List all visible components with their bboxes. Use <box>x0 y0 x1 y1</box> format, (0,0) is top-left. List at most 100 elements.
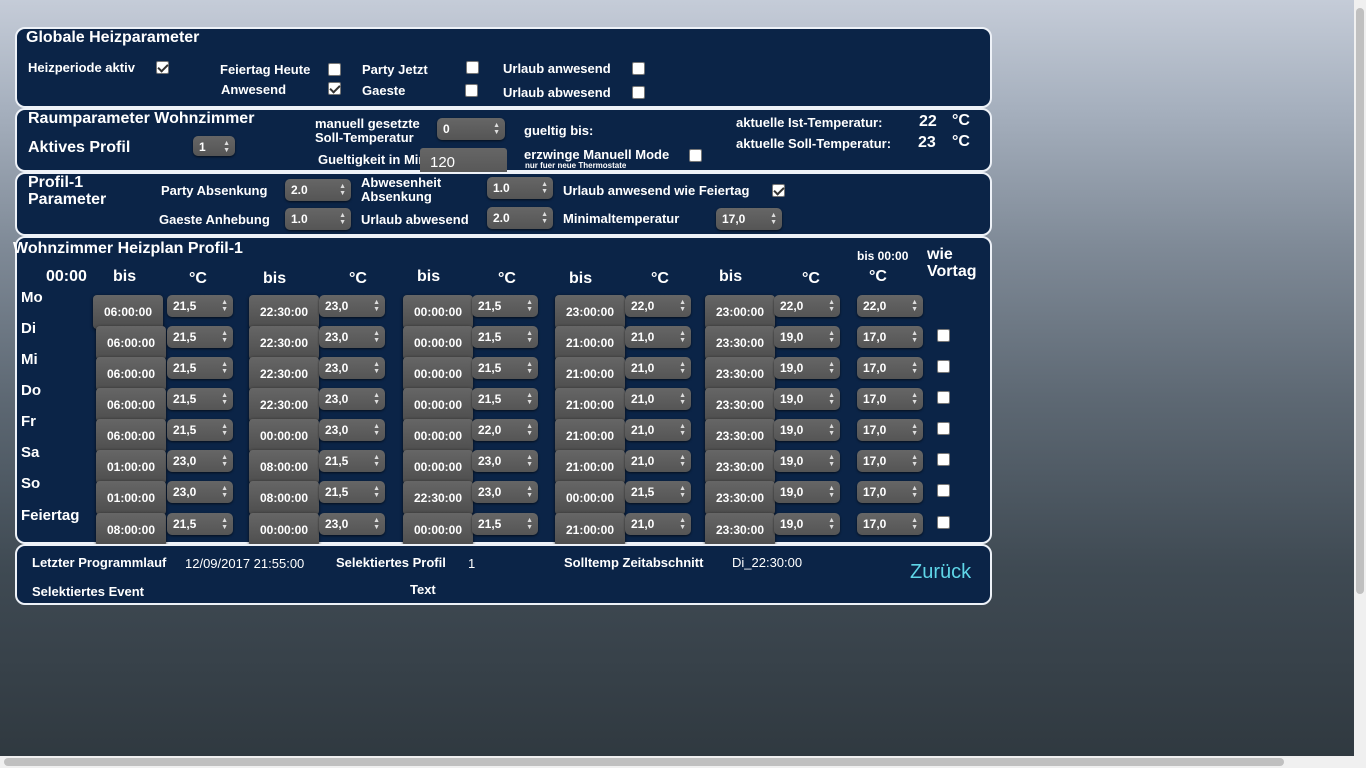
end-temp-select[interactable]: 17,0 ▲ ▼ <box>857 419 923 441</box>
time-input[interactable]: 00:00:00 <box>249 513 319 547</box>
end-temp-select[interactable]: 22,0 ▲ ▼ <box>857 295 923 317</box>
temp-select[interactable]: 19,0 ▲ ▼ <box>774 450 840 472</box>
time-input[interactable]: 21:00:00 <box>555 357 625 391</box>
time-input[interactable]: 23:00:00 <box>555 295 625 329</box>
urlaub-abwesend-checkbox[interactable] <box>632 86 645 99</box>
temp-select[interactable]: 22,0 ▲ ▼ <box>472 419 538 441</box>
time-input[interactable]: 00:00:00 <box>403 419 473 453</box>
time-input[interactable]: 00:00:00 <box>403 295 473 329</box>
time-input[interactable]: 00:00:00 <box>555 481 625 515</box>
vertical-scrollbar[interactable] <box>1354 0 1366 756</box>
urlaub-abwesend-absenkung-select[interactable]: 2.0 ▲ ▼ <box>487 207 553 229</box>
abwesenheit-absenkung-select[interactable]: 1.0 ▲ ▼ <box>487 177 553 199</box>
time-input[interactable]: 22:30:00 <box>249 326 319 360</box>
temp-select[interactable]: 21,5 ▲ ▼ <box>167 326 233 348</box>
time-input[interactable]: 00:00:00 <box>403 450 473 484</box>
party-checkbox[interactable] <box>466 61 479 74</box>
time-input[interactable]: 08:00:00 <box>249 481 319 515</box>
time-input[interactable]: 23:00:00 <box>705 295 775 329</box>
wie-vortag-checkbox[interactable] <box>937 360 950 373</box>
urlaub-wie-feiertag-checkbox[interactable] <box>772 184 785 197</box>
end-temp-select[interactable]: 17,0 ▲ ▼ <box>857 513 923 535</box>
manuell-temp-select[interactable]: 0 ▲ ▼ <box>437 118 505 140</box>
back-link[interactable]: Zurück <box>910 561 971 584</box>
temp-select[interactable]: 23,0 ▲ ▼ <box>319 513 385 535</box>
wie-vortag-checkbox[interactable] <box>937 329 950 342</box>
temp-select[interactable]: 21,5 ▲ ▼ <box>319 481 385 503</box>
time-input[interactable]: 08:00:00 <box>96 513 166 547</box>
temp-select[interactable]: 21,0 ▲ ▼ <box>625 388 691 410</box>
temp-select[interactable]: 21,5 ▲ ▼ <box>319 450 385 472</box>
temp-select[interactable]: 21,5 ▲ ▼ <box>167 357 233 379</box>
temp-select[interactable]: 23,0 ▲ ▼ <box>167 481 233 503</box>
temp-select[interactable]: 21,5 ▲ ▼ <box>167 388 233 410</box>
time-input[interactable]: 22:30:00 <box>249 295 319 329</box>
temp-select[interactable]: 19,0 ▲ ▼ <box>774 357 840 379</box>
time-input[interactable]: 08:00:00 <box>249 450 319 484</box>
time-input[interactable]: 23:30:00 <box>705 450 775 484</box>
temp-select[interactable]: 21,0 ▲ ▼ <box>625 513 691 535</box>
time-input[interactable]: 22:30:00 <box>249 388 319 422</box>
temp-select[interactable]: 21,5 ▲ ▼ <box>167 419 233 441</box>
horizontal-scrollbar[interactable] <box>0 756 1366 768</box>
gaeste-checkbox[interactable] <box>465 84 478 97</box>
end-temp-select[interactable]: 17,0 ▲ ▼ <box>857 450 923 472</box>
time-input[interactable]: 23:30:00 <box>705 481 775 515</box>
temp-select[interactable]: 21,5 ▲ ▼ <box>625 481 691 503</box>
time-input[interactable]: 06:00:00 <box>96 388 166 422</box>
time-input[interactable]: 21:00:00 <box>555 513 625 547</box>
feiertag-checkbox[interactable] <box>328 63 341 76</box>
time-input[interactable]: 21:00:00 <box>555 326 625 360</box>
temp-select[interactable]: 19,0 ▲ ▼ <box>774 513 840 535</box>
temp-select[interactable]: 19,0 ▲ ▼ <box>774 419 840 441</box>
anwesend-checkbox[interactable] <box>328 82 341 95</box>
wie-vortag-checkbox[interactable] <box>937 453 950 466</box>
time-input[interactable]: 06:00:00 <box>96 357 166 391</box>
heizperiode-checkbox[interactable] <box>156 61 169 74</box>
temp-select[interactable]: 21,5 ▲ ▼ <box>472 326 538 348</box>
temp-select[interactable]: 21,5 ▲ ▼ <box>472 295 538 317</box>
temp-select[interactable]: 21,5 ▲ ▼ <box>472 357 538 379</box>
time-input[interactable]: 23:30:00 <box>705 419 775 453</box>
temp-select[interactable]: 21,5 ▲ ▼ <box>167 295 233 317</box>
temp-select[interactable]: 23,0 ▲ ▼ <box>472 481 538 503</box>
time-input[interactable]: 00:00:00 <box>403 357 473 391</box>
temp-select[interactable]: 19,0 ▲ ▼ <box>774 481 840 503</box>
time-input[interactable]: 06:00:00 <box>93 295 163 329</box>
minimaltemperatur-select[interactable]: 17,0 ▲ ▼ <box>716 208 782 230</box>
temp-select[interactable]: 23,0 ▲ ▼ <box>319 388 385 410</box>
time-input[interactable]: 00:00:00 <box>249 419 319 453</box>
temp-select[interactable]: 19,0 ▲ ▼ <box>774 326 840 348</box>
time-input[interactable]: 21:00:00 <box>555 419 625 453</box>
time-input[interactable]: 23:30:00 <box>705 513 775 547</box>
wie-vortag-checkbox[interactable] <box>937 484 950 497</box>
temp-select[interactable]: 19,0 ▲ ▼ <box>774 388 840 410</box>
end-temp-select[interactable]: 17,0 ▲ ▼ <box>857 326 923 348</box>
end-temp-select[interactable]: 17,0 ▲ ▼ <box>857 481 923 503</box>
time-input[interactable]: 01:00:00 <box>96 481 166 515</box>
time-input[interactable]: 06:00:00 <box>96 419 166 453</box>
temp-select[interactable]: 21,0 ▲ ▼ <box>625 357 691 379</box>
time-input[interactable]: 00:00:00 <box>403 388 473 422</box>
wie-vortag-checkbox[interactable] <box>937 391 950 404</box>
time-input[interactable]: 00:00:00 <box>403 326 473 360</box>
wie-vortag-checkbox[interactable] <box>937 516 950 529</box>
vertical-scroll-thumb[interactable] <box>1356 8 1364 594</box>
time-input[interactable]: 22:30:00 <box>403 481 473 515</box>
time-input[interactable]: 23:30:00 <box>705 326 775 360</box>
wie-vortag-checkbox[interactable] <box>937 422 950 435</box>
temp-select[interactable]: 23,0 ▲ ▼ <box>319 357 385 379</box>
time-input[interactable]: 23:30:00 <box>705 388 775 422</box>
temp-select[interactable]: 21,5 ▲ ▼ <box>472 513 538 535</box>
time-input[interactable]: 21:00:00 <box>555 450 625 484</box>
erzwinge-checkbox[interactable] <box>689 149 702 162</box>
temp-select[interactable]: 23,0 ▲ ▼ <box>319 326 385 348</box>
time-input[interactable]: 01:00:00 <box>96 450 166 484</box>
time-input[interactable]: 23:30:00 <box>705 357 775 391</box>
aktives-profil-select[interactable]: 1 ▲ ▼ <box>193 136 235 156</box>
time-input[interactable]: 22:30:00 <box>249 357 319 391</box>
end-temp-select[interactable]: 17,0 ▲ ▼ <box>857 357 923 379</box>
temp-select[interactable]: 21,5 ▲ ▼ <box>167 513 233 535</box>
temp-select[interactable]: 23,0 ▲ ▼ <box>472 450 538 472</box>
time-input[interactable]: 00:00:00 <box>403 513 473 547</box>
